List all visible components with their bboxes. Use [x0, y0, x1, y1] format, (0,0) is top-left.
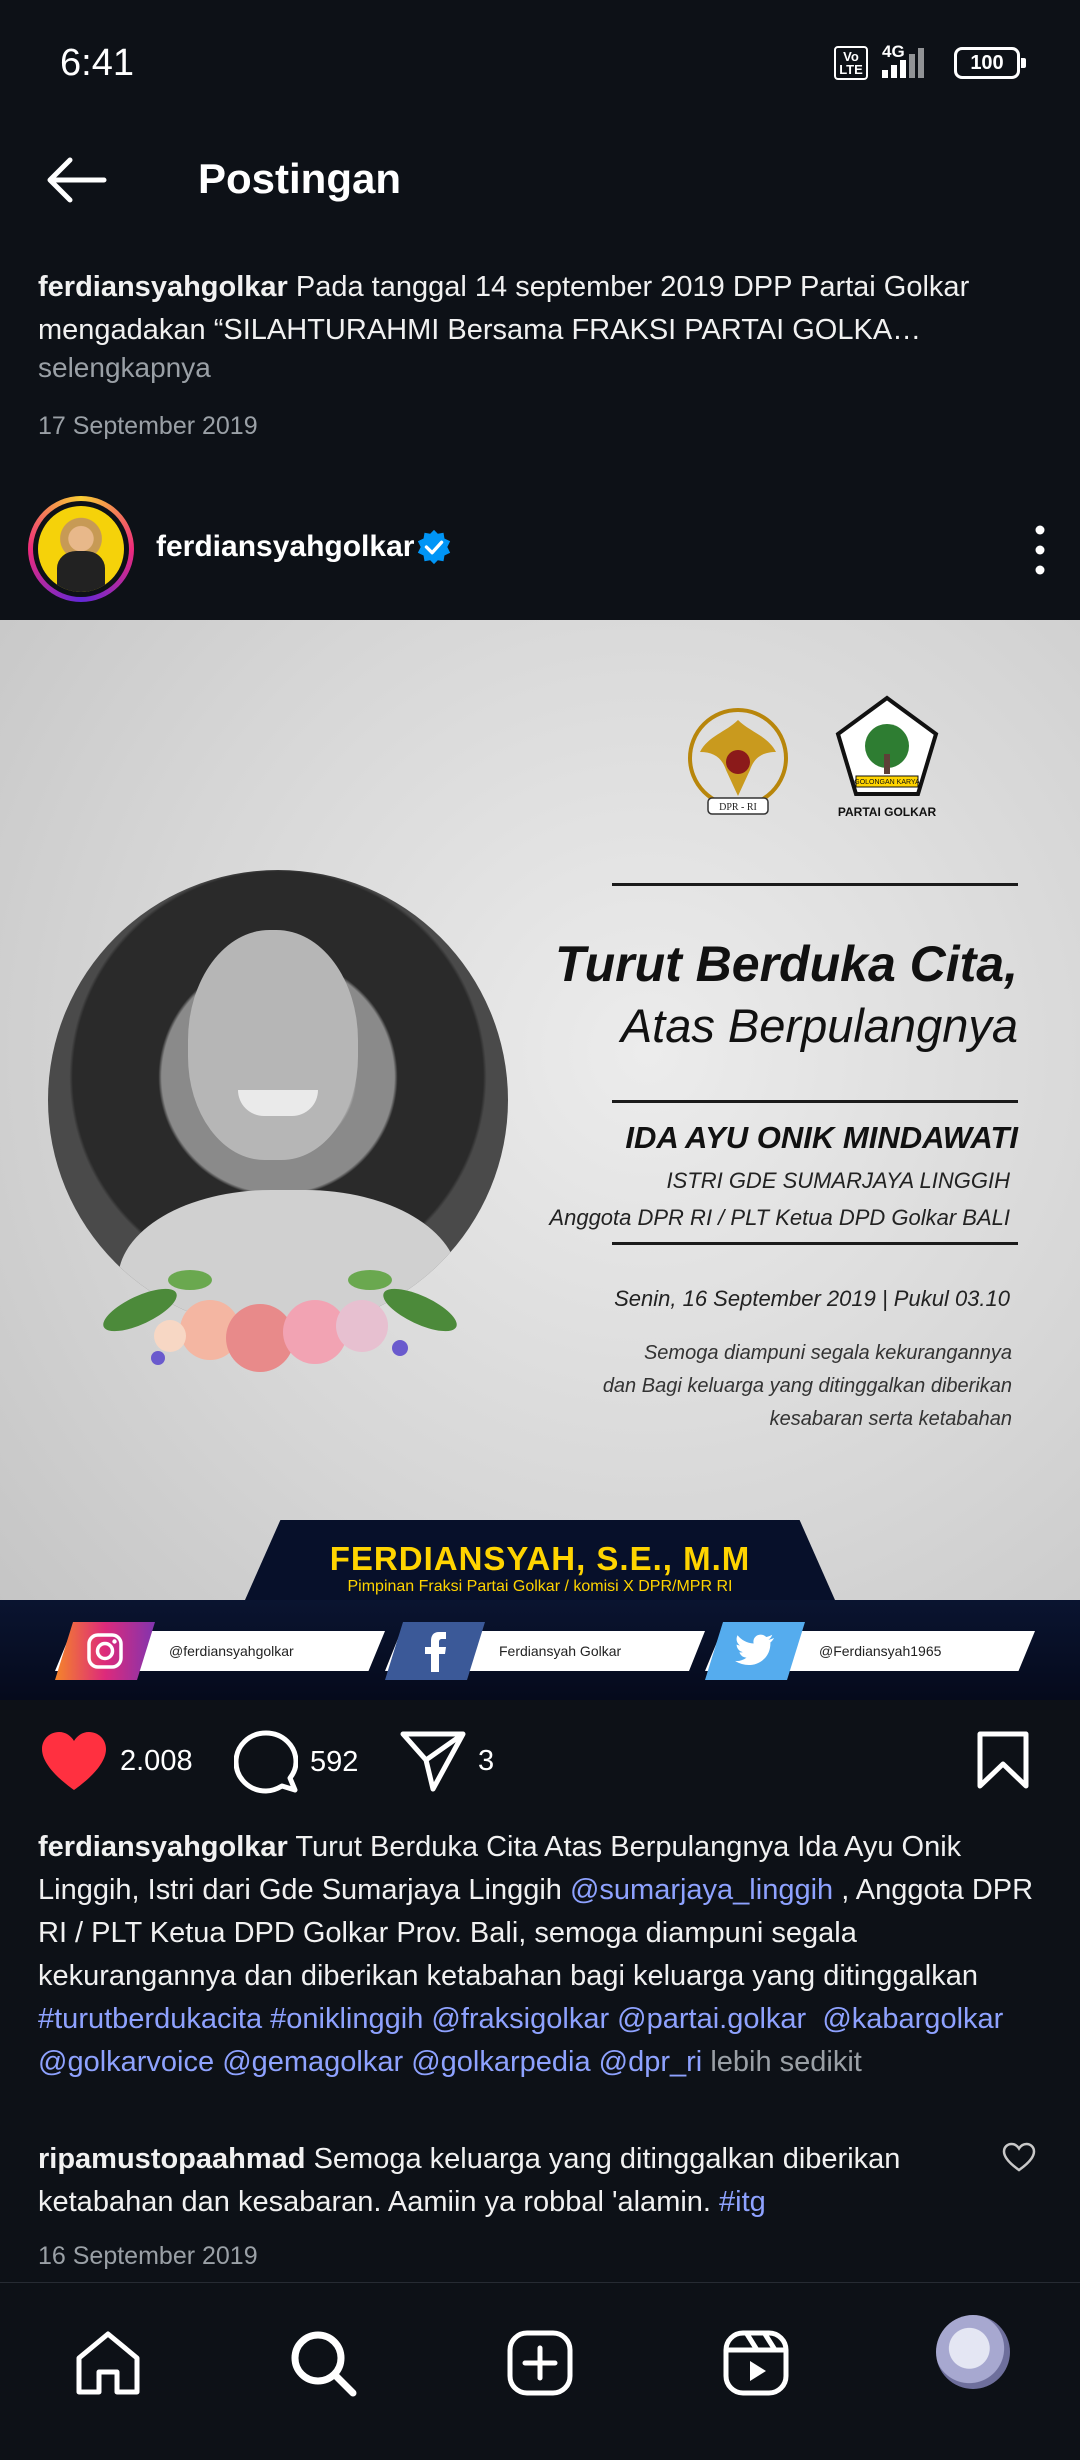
banner-name: FERDIANSYAH, S.E., M.M	[329, 1540, 751, 1577]
divider	[612, 883, 1018, 886]
post-caption: ferdiansyahgolkar Turut Berduka Cita Ata…	[38, 1826, 1048, 2084]
instagram-handle: @ferdiansyahgolkar	[55, 1622, 385, 1680]
mention-link[interactable]: @golkarpedia	[411, 2046, 590, 2078]
page-title: Postingan	[198, 155, 402, 202]
image-subheading: Atas Berpulangnya	[620, 999, 1018, 1052]
show-less-link[interactable]: lebih sedikit	[710, 2046, 862, 2078]
top-bar: Postingan	[0, 130, 1080, 235]
like-count: 2.008	[120, 1744, 193, 1777]
golkar-emblem-icon: GOLONGAN KARYA PARTAI GOLKAR	[835, 695, 939, 819]
divider	[612, 1242, 1018, 1245]
image-heading: Turut Berduka Cita,	[554, 936, 1018, 992]
bottom-navigation	[0, 2282, 1080, 2460]
twitter-handle-text: @Ferdiansyah1965	[819, 1643, 942, 1659]
reels-icon[interactable]	[721, 2328, 791, 2398]
post-username[interactable]: ferdiansyahgolkar	[156, 530, 414, 564]
mention-link[interactable]: @gemagolkar	[222, 2046, 403, 2078]
post-actions: 2.008 592 3	[0, 1730, 1080, 1800]
mention-link[interactable]: @golkarvoice	[38, 2046, 214, 2078]
dpr-label: DPR - RI	[719, 802, 757, 813]
flower-wreath-icon	[103, 1270, 457, 1372]
facebook-handle-text: Ferdiansyah Golkar	[499, 1643, 622, 1659]
twitter-handle: @Ferdiansyah1965	[705, 1622, 1035, 1680]
hashtag-link[interactable]: #itg	[719, 2186, 766, 2218]
bookmark-icon	[977, 1731, 1029, 1789]
verified-badge-icon	[417, 529, 451, 565]
volte-icon: Vo LTE	[834, 46, 868, 80]
deceased-name: IDA AYU ONIK MINDAWATI	[625, 1120, 1018, 1155]
wish-line-2: dan Bagi keluarga yang ditinggalkan dibe…	[602, 1375, 1012, 1397]
search-icon[interactable]	[288, 2328, 358, 2398]
post-header: ferdiansyahgolkar	[0, 490, 1080, 610]
post-image[interactable]: DPR - RI GOLONGAN KARYA PARTAI GOLKAR Tu…	[0, 620, 1080, 1700]
golkar-top-label: GOLONGAN KARYA	[854, 779, 920, 786]
mention-link[interactable]: @dpr_ri	[599, 2046, 703, 2078]
golkar-bottom-label: PARTAI GOLKAR	[838, 805, 937, 819]
mention-link[interactable]: @partai.golkar	[617, 2003, 806, 2035]
save-button[interactable]	[976, 1730, 1030, 1790]
share-count: 3	[478, 1744, 495, 1777]
caption-username[interactable]: ferdiansyahgolkar	[38, 1831, 288, 1863]
passing-date: Senin, 16 September 2019 | Pukul 03.10	[614, 1286, 1010, 1311]
post-date: 16 September 2019	[38, 2242, 258, 2270]
previous-post-username[interactable]: ferdiansyahgolkar	[38, 271, 288, 303]
twitter-icon	[705, 1622, 805, 1680]
mention-link[interactable]: @kabargolkar	[822, 2003, 1003, 2035]
back-button[interactable]	[40, 150, 110, 210]
dpr-emblem-icon: DPR - RI	[688, 708, 788, 815]
comment-item: ripamustopaahmad Semoga keluarga yang di…	[38, 2138, 978, 2224]
deceased-title: Anggota DPR RI / PLT Ketua DPD Golkar BA…	[549, 1205, 1010, 1230]
facebook-icon	[385, 1622, 485, 1680]
hashtag-link[interactable]: #oniklinggih	[270, 2003, 423, 2035]
mention-link[interactable]: @fraksigolkar	[431, 2003, 609, 2035]
arrow-left-icon	[47, 157, 107, 203]
share-button[interactable]: 3	[400, 1730, 494, 1792]
avatar-image	[38, 506, 124, 592]
mention-link[interactable]: @sumarjaya_linggih	[570, 1874, 833, 1906]
facebook-handle: Ferdiansyah Golkar	[385, 1622, 705, 1680]
battery-icon: 100	[954, 47, 1026, 79]
signal-icon: 4G	[882, 42, 940, 78]
status-time: 6:41	[60, 42, 134, 84]
network-type: 4G	[882, 42, 905, 61]
send-icon	[400, 1731, 466, 1792]
create-post-icon[interactable]	[505, 2328, 575, 2398]
profile-tab-avatar[interactable]	[936, 2315, 1010, 2389]
comment-icon	[234, 1730, 298, 1794]
instagram-icon	[55, 1622, 155, 1680]
more-options-icon[interactable]	[1030, 522, 1050, 578]
deceased-relation: ISTRI GDE SUMARJAYA LINGGIH	[666, 1168, 1010, 1193]
comment-button[interactable]: 592	[234, 1730, 358, 1794]
previous-post-date: 17 September 2019	[38, 412, 258, 440]
status-bar: 6:41 Vo LTE 4G 100	[0, 0, 1080, 130]
heart-filled-icon	[42, 1732, 106, 1790]
banner-subtitle: Pimpinan Fraksi Partai Golkar / komisi X…	[347, 1578, 733, 1595]
comment-username[interactable]: ripamustopaahmad	[38, 2143, 306, 2175]
comment-count: 592	[310, 1745, 359, 1778]
wish-line-3: kesabaran serta ketabahan	[769, 1408, 1012, 1430]
instagram-handle-text: @ferdiansyahgolkar	[169, 1643, 294, 1659]
home-icon[interactable]	[73, 2328, 143, 2398]
profile-avatar[interactable]	[28, 496, 134, 602]
status-icons: Vo LTE 4G 100	[834, 42, 1026, 80]
previous-post-caption: ferdiansyahgolkar Pada tanggal 14 septem…	[38, 266, 1048, 352]
like-button[interactable]: 2.008	[40, 1730, 193, 1792]
comment-heart-icon[interactable]	[1002, 2142, 1036, 2172]
see-more-link[interactable]: selengkapnya	[38, 352, 211, 384]
divider	[612, 1100, 1018, 1103]
hashtag-link[interactable]: #turutberdukacita	[38, 2003, 262, 2035]
wish-line-1: Semoga diampuni segala kekurangannya	[643, 1342, 1012, 1364]
